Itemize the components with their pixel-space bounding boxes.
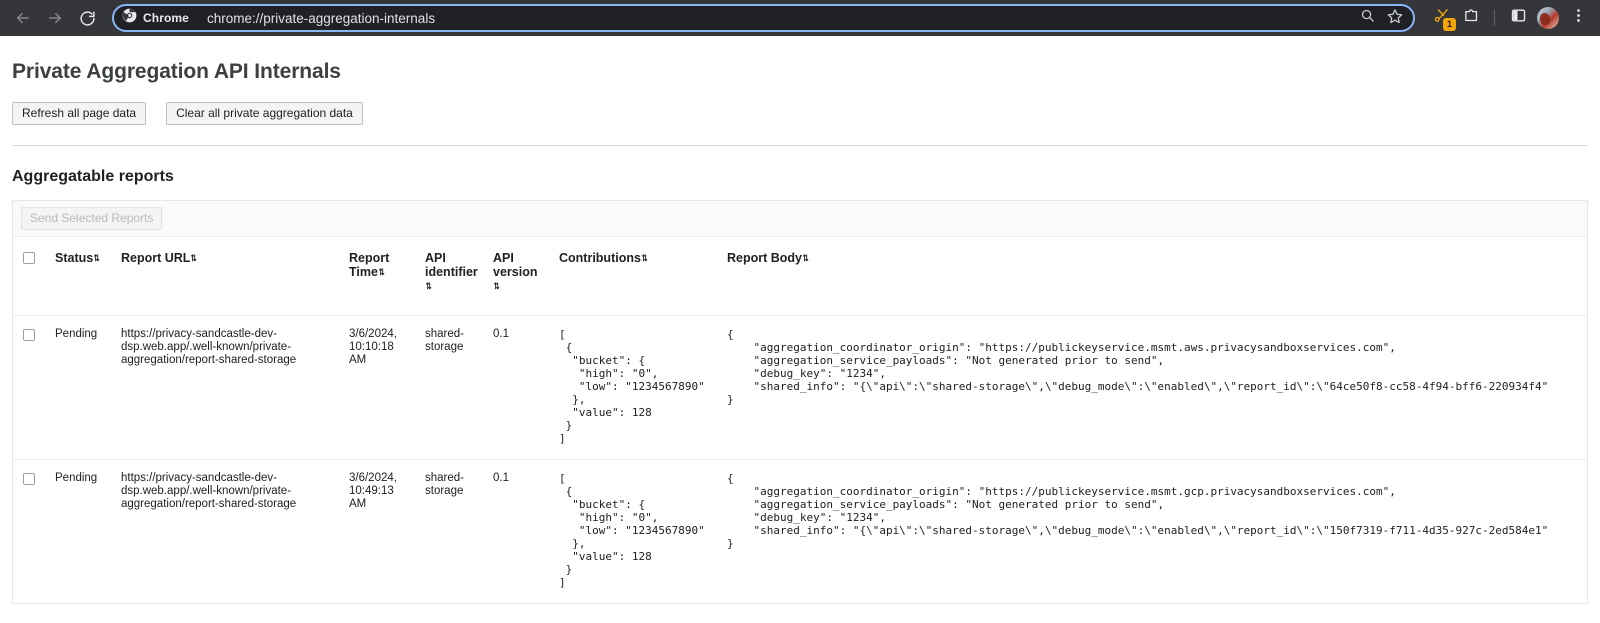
select-all-checkbox[interactable] [23,252,35,264]
star-icon[interactable] [1387,8,1403,29]
forward-button[interactable] [40,3,70,33]
cell-status: Pending [47,460,113,604]
sort-icon: ⇅ [426,282,431,291]
row-select-cell [13,316,47,460]
sort-icon: ⇅ [94,254,99,263]
page-content: Private Aggregation API Internals Refres… [0,36,1600,623]
send-selected-reports-button[interactable]: Send Selected Reports [21,207,162,230]
cell-report-body: { "aggregation_coordinator_origin": "htt… [719,316,1587,460]
reload-icon [79,10,96,27]
table-row: Pending https://privacy-sandcastle-dev-d… [13,316,1587,460]
cell-report-body: { "aggregation_coordinator_origin": "htt… [719,460,1587,604]
contributions-json: [ { "bucket": { "high": "0", "low": "123… [559,328,711,445]
row-select-cell [13,460,47,604]
chrome-logo-icon [122,8,137,28]
puzzle-piece-icon [1463,7,1480,29]
side-panel-icon [1510,7,1527,29]
arrow-right-icon [46,9,64,27]
omnibox-chip-label: Chrome [143,11,189,25]
sort-icon: ⇅ [191,254,196,263]
cell-contributions: [ { "bucket": { "high": "0", "low": "123… [551,316,719,460]
clear-all-private-aggregation-data-button[interactable]: Clear all private aggregation data [166,102,363,125]
cell-api-identifier: shared-storage [417,316,485,460]
omnibox[interactable]: Chrome chrome://private-aggregation-inte… [112,4,1415,32]
omnibox-chrome-chip: Chrome [120,8,197,28]
three-dot-menu-icon [1570,7,1587,29]
row-select-checkbox[interactable] [23,329,35,341]
row-select-checkbox[interactable] [23,473,35,485]
select-all-header [13,237,47,316]
profile-button[interactable] [1534,4,1562,32]
table-row: Pending https://privacy-sandcastle-dev-d… [13,460,1587,604]
extensions-button[interactable] [1457,4,1485,32]
header-report-time[interactable]: Report Time⇅ [341,237,417,316]
cell-api-identifier: shared-storage [417,460,485,604]
refresh-all-page-data-button[interactable]: Refresh all page data [12,102,146,125]
browser-toolbar: Chrome chrome://private-aggregation-inte… [0,0,1600,36]
back-button[interactable] [8,3,38,33]
header-api-identifier[interactable]: API identifier⇅ [417,237,485,316]
page-action-buttons: Refresh all page data Clear all private … [12,102,1588,125]
header-status[interactable]: Status⇅ [47,237,113,316]
table-toolbar: Send Selected Reports [13,201,1587,237]
side-panel-button[interactable] [1504,4,1532,32]
split-tab-button[interactable]: 1 [1427,4,1455,32]
cell-report-url: https://privacy-sandcastle-dev-dsp.web.a… [113,460,341,604]
section-divider [12,145,1588,146]
report-body-json: { "aggregation_coordinator_origin": "htt… [727,328,1579,406]
reload-button[interactable] [72,3,102,33]
aggregatable-reports-table: Status⇅ Report URL⇅ Report Time⇅ API ide… [13,237,1587,603]
table-header-row: Status⇅ Report URL⇅ Report Time⇅ API ide… [13,237,1587,316]
sort-icon: ⇅ [803,254,808,263]
header-report-url[interactable]: Report URL⇅ [113,237,341,316]
toolbar-divider [1494,10,1495,26]
search-icon[interactable] [1360,8,1375,28]
profile-avatar [1537,7,1559,29]
table-body: Pending https://privacy-sandcastle-dev-d… [13,316,1587,604]
cell-report-time: 3/6/2024, 10:49:13 AM [341,460,417,604]
report-body-json: { "aggregation_coordinator_origin": "htt… [727,472,1579,550]
section-heading-aggregatable-reports: Aggregatable reports [12,168,1588,186]
cell-contributions: [ { "bucket": { "high": "0", "low": "123… [551,460,719,604]
page-title: Private Aggregation API Internals [12,60,1588,84]
sort-icon: ⇅ [379,268,384,277]
header-contributions[interactable]: Contributions⇅ [551,237,719,316]
browser-action-icons: 1 [1423,4,1592,32]
header-report-body[interactable]: Report Body⇅ [719,237,1587,316]
aggregatable-reports-table-container: Send Selected Reports Status⇅ Report URL… [12,200,1588,604]
cell-api-version: 0.1 [485,460,551,604]
table-header: Status⇅ Report URL⇅ Report Time⇅ API ide… [13,237,1587,316]
omnibox-url-text[interactable]: chrome://private-aggregation-internals [197,11,1352,26]
cell-status: Pending [47,316,113,460]
cell-api-version: 0.1 [485,316,551,460]
arrow-left-icon [14,9,32,27]
cell-report-time: 3/6/2024, 10:10:18 AM [341,316,417,460]
split-tab-badge: 1 [1443,18,1456,31]
sort-icon: ⇅ [494,282,499,291]
contributions-json: [ { "bucket": { "high": "0", "low": "123… [559,472,711,589]
chrome-menu-button[interactable] [1564,4,1592,32]
sort-icon: ⇅ [642,254,647,263]
cell-report-url: https://privacy-sandcastle-dev-dsp.web.a… [113,316,341,460]
header-api-version[interactable]: API version⇅ [485,237,551,316]
